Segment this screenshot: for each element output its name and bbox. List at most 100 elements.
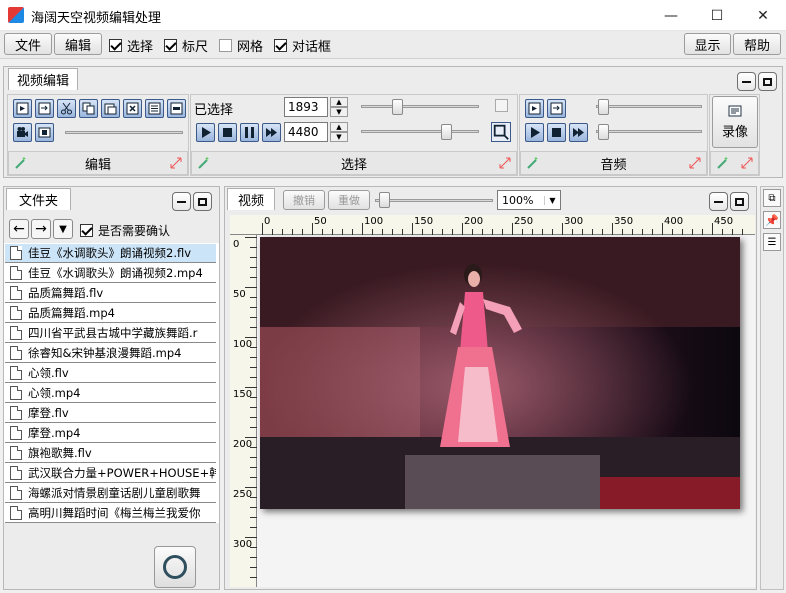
undo-button[interactable]: 撤销	[283, 190, 325, 210]
select-checkbox[interactable]: 选择	[109, 36, 153, 55]
fast-forward-icon[interactable]	[262, 123, 281, 142]
record-group-bar	[710, 151, 759, 175]
select-group-bar: 选择	[191, 151, 517, 175]
dialog-checkbox[interactable]: 对话框	[274, 36, 331, 55]
video-restore-button[interactable]	[730, 192, 749, 211]
chevron-down-icon[interactable]: ▼	[53, 219, 73, 239]
confirm-checkbox[interactable]: 是否需要确认	[80, 222, 170, 239]
audio-fast-forward-icon[interactable]	[569, 123, 588, 142]
video-frame[interactable]	[260, 237, 740, 509]
select-slider-top-thumb[interactable]	[392, 99, 403, 115]
zoom-slider[interactable]	[375, 199, 493, 202]
merge-icon[interactable]	[167, 99, 186, 118]
action-circle-button[interactable]	[154, 546, 196, 588]
grid-checkbox[interactable]: 网格	[219, 36, 263, 55]
file-list-item[interactable]: 旗袍歌舞.flv	[5, 444, 216, 463]
panel-restore-button[interactable]	[758, 72, 777, 91]
ruler-tick	[245, 237, 257, 238]
audio-export-icon[interactable]	[547, 99, 566, 118]
pin-icon[interactable]: 📌	[763, 211, 781, 229]
start-spinner[interactable]: ▲ ▼	[330, 97, 348, 117]
selection-end-input[interactable]: 4480	[284, 122, 328, 142]
help-button[interactable]: 帮助	[733, 33, 781, 55]
select-group-label: 选择	[340, 157, 367, 173]
export-icon[interactable]	[35, 99, 54, 118]
end-spinner[interactable]: ▲ ▼	[330, 122, 348, 142]
file-list-item[interactable]: 品质篇舞蹈.flv	[5, 284, 216, 303]
ruler-checkbox[interactable]: 标尺	[164, 36, 208, 55]
crop-icon[interactable]	[491, 122, 511, 142]
expand-icon[interactable]	[169, 156, 183, 170]
chevron-down-icon: ▼	[544, 195, 560, 205]
tab-video-edit[interactable]: 视频编辑	[8, 68, 79, 90]
audio-stop-icon[interactable]	[547, 123, 566, 142]
file-list-item[interactable]: 心领.mp4	[5, 384, 216, 403]
file-list-item[interactable]: 武汉联合力量+POWER+HOUSE+韩舞	[5, 464, 216, 483]
pause-icon[interactable]	[240, 123, 259, 142]
zoom-select[interactable]: 100% ▼	[497, 190, 561, 210]
selection-start-input[interactable]: 1893	[284, 97, 328, 117]
ruler-tick	[250, 417, 257, 418]
split-icon[interactable]	[145, 99, 164, 118]
file-list-item[interactable]: 徐睿知&宋钟基浪漫舞蹈.mp4	[5, 344, 216, 363]
select-slider-top[interactable]	[361, 105, 479, 108]
redo-button[interactable]: 重做	[328, 190, 370, 210]
file-list-item[interactable]: 四川省平武县古城中学藏族舞蹈.r	[5, 324, 216, 343]
audio-slider-bottom-thumb[interactable]	[598, 124, 609, 140]
record-button[interactable]: 录像	[712, 96, 758, 148]
file-list-item[interactable]: 心领.flv	[5, 364, 216, 383]
cut-icon[interactable]	[57, 99, 76, 118]
expand-icon[interactable]	[740, 156, 754, 170]
close-button[interactable]: ✕	[740, 0, 786, 31]
ruler-tick	[250, 357, 257, 358]
list-icon[interactable]: ☰	[763, 233, 781, 251]
stop-icon[interactable]	[218, 123, 237, 142]
popout-icon[interactable]: ⧉	[763, 189, 781, 207]
ruler-label: 100	[233, 339, 253, 350]
import-icon[interactable]	[13, 99, 32, 118]
ruler-label: 300	[233, 539, 253, 550]
folder-minimize-button[interactable]	[172, 192, 191, 211]
paste-icon[interactable]	[101, 99, 120, 118]
delete-icon[interactable]	[123, 99, 142, 118]
expand-icon[interactable]	[498, 156, 512, 170]
file-list-item[interactable]: 海螺派对情景剧童话剧儿童剧歌舞	[5, 484, 216, 503]
edit-slider[interactable]	[65, 131, 183, 134]
audio-import-icon[interactable]	[525, 99, 544, 118]
ruler-label: 0	[264, 216, 271, 227]
audio-slider-top-thumb[interactable]	[598, 99, 609, 115]
copy-icon[interactable]	[79, 99, 98, 118]
file-list-item[interactable]: 摩登.flv	[5, 404, 216, 423]
expand-icon[interactable]	[688, 156, 702, 170]
back-arrow-icon[interactable]: ←	[9, 219, 29, 239]
audio-slider-top[interactable]	[596, 105, 702, 108]
film-icon[interactable]	[35, 123, 54, 142]
file-list-item[interactable]: 佳豆《水调歌头》朗诵视频2.flv	[5, 244, 216, 263]
file-list-item[interactable]: 高明川舞蹈时间《梅兰梅兰我爱你	[5, 504, 216, 523]
video-minimize-button[interactable]	[709, 192, 728, 211]
tab-folder[interactable]: 文件夹	[6, 188, 72, 210]
folder-restore-button[interactable]	[193, 192, 212, 211]
ruler-tick	[312, 223, 313, 235]
tab-video[interactable]: 视频	[227, 188, 276, 210]
show-button[interactable]: 显示	[684, 33, 731, 55]
audio-play-icon[interactable]	[525, 123, 544, 142]
edit-menu-button[interactable]: 编辑	[54, 33, 102, 55]
maximize-button[interactable]: ☐	[694, 0, 740, 31]
file-icon	[10, 506, 22, 520]
select-slider-bottom[interactable]	[361, 130, 479, 133]
panel-minimize-button[interactable]	[737, 72, 756, 91]
forward-arrow-icon[interactable]: →	[31, 219, 51, 239]
file-list-item[interactable]: 摩登.mp4	[5, 424, 216, 443]
checkbox-icon	[164, 39, 177, 52]
play-icon[interactable]	[196, 123, 215, 142]
file-list-item[interactable]: 佳豆《水调歌头》朗诵视频2.mp4	[5, 264, 216, 283]
file-list-item[interactable]: 品质篇舞蹈.mp4	[5, 304, 216, 323]
file-menu-button[interactable]: 文件	[4, 33, 52, 55]
select-slider-bottom-thumb[interactable]	[441, 124, 452, 140]
camera-icon[interactable]	[13, 123, 32, 142]
select-option-box[interactable]	[495, 99, 508, 112]
minimize-button[interactable]: —	[648, 0, 694, 31]
audio-slider-bottom[interactable]	[596, 130, 702, 133]
zoom-slider-thumb[interactable]	[379, 192, 390, 208]
